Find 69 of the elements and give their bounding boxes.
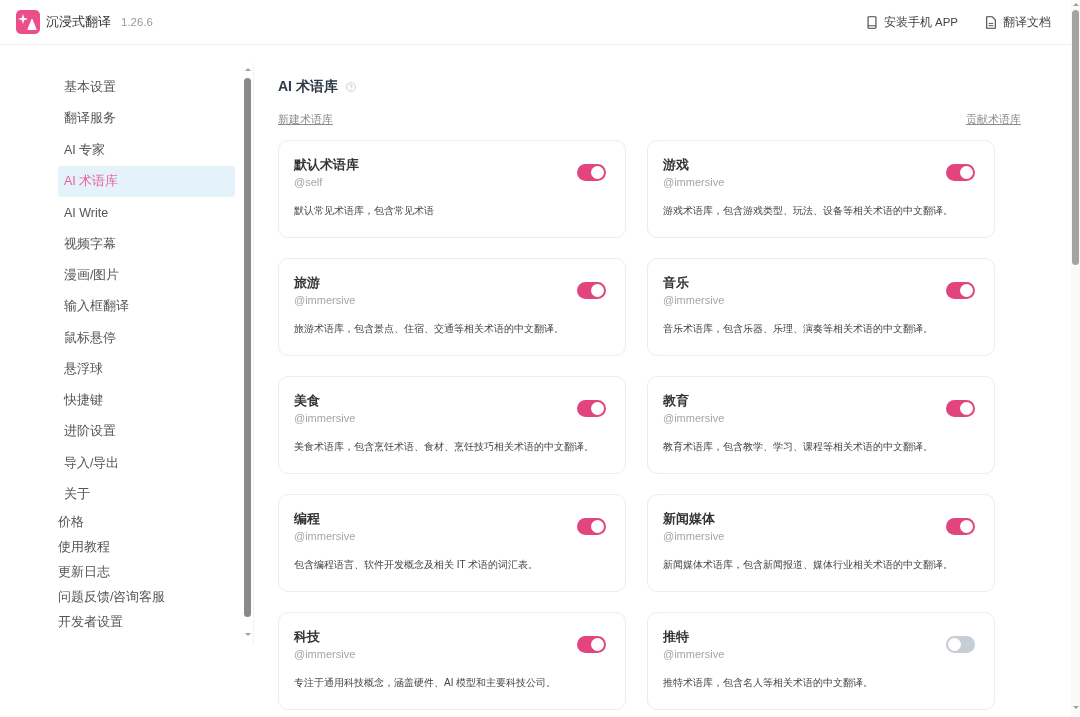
glossary-description: 教育术语库，包含教学、学习、课程等相关术语的中文翻译。 — [663, 440, 933, 454]
scrollbar[interactable] — [1071, 0, 1080, 717]
glossary-description: 默认常见术语库，包含常见术语 — [294, 204, 434, 218]
glossary-author: @immersive — [663, 529, 725, 543]
sidebar-item[interactable]: 进阶设置 — [58, 416, 235, 448]
glossary-name: 教育 — [663, 392, 689, 410]
sidebar-item[interactable]: 翻译服务 — [58, 103, 235, 135]
sidebar-item[interactable]: 快捷键 — [58, 384, 235, 417]
glossary-author: @immersive — [663, 411, 725, 425]
glossary-name: 推特 — [663, 628, 689, 646]
glossary-author: @immersive — [663, 175, 725, 189]
glossary-description: 推特术语库，包含名人等相关术语的中文翻译。 — [663, 676, 873, 690]
toggle-switch[interactable] — [577, 518, 606, 535]
sidebar-item[interactable]: 关于 — [58, 478, 235, 511]
glossary-author: @immersive — [663, 647, 725, 661]
sidebar-item[interactable]: AI 专家 — [58, 134, 235, 166]
toggle-switch[interactable] — [577, 164, 606, 181]
page-title: AI 术语库 — [278, 78, 338, 96]
sidebar-item[interactable]: AI Write — [58, 197, 235, 229]
glossary-description: 旅游术语库，包含景点、住宿、交通等相关术语的中文翻译。 — [294, 322, 564, 336]
toggle-switch[interactable] — [577, 400, 606, 417]
toggle-switch[interactable] — [946, 636, 975, 653]
glossary-description: 包含编程语言、软件开发概念及相关 IT 术语的词汇表。 — [294, 558, 539, 572]
header-link[interactable]: 安装手机 APP — [866, 14, 958, 30]
sidebar-item[interactable]: 输入框翻译 — [58, 291, 235, 323]
toggle-switch[interactable] — [946, 400, 975, 417]
glossary-author: @self — [294, 175, 323, 189]
toggle-switch[interactable] — [946, 164, 975, 181]
glossary-description: 新闻媒体术语库，包含新闻报道、媒体行业相关术语的中文翻译。 — [663, 558, 953, 572]
sidebar-item[interactable]: 漫画/图片 — [58, 259, 235, 292]
toggle-switch[interactable] — [577, 636, 606, 653]
glossary-author: @immersive — [663, 293, 725, 307]
header-link[interactable]: 翻译文档 — [986, 14, 1051, 30]
sidebar-item[interactable]: 使用教程 — [58, 535, 235, 561]
glossary-name: 编程 — [294, 510, 320, 528]
glossary-author: @immersive — [294, 529, 356, 543]
phone-icon — [866, 15, 877, 29]
sidebar-item[interactable]: 价格 — [58, 510, 235, 536]
glossary-name: 音乐 — [663, 274, 689, 292]
sidebar-item[interactable]: 问题反馈/咨询客服 — [58, 585, 235, 611]
glossary-description: 音乐术语库，包含乐器、乐理、演奏等相关术语的中文翻译。 — [663, 322, 933, 336]
glossary-description: 美食术语库，包含烹饪术语、食材、烹饪技巧相关术语的中文翻译。 — [294, 440, 594, 454]
document-icon — [986, 15, 996, 29]
new-glossary-link[interactable]: 新建术语库 — [278, 111, 333, 127]
sidebar-item[interactable]: 开发者设置 — [58, 610, 235, 636]
glossary-description: 游戏术语库，包含游戏类型、玩法、设备等相关术语的中文翻译。 — [663, 204, 953, 218]
sidebar-item[interactable]: 导入/导出 — [58, 447, 235, 479]
glossary-name: 美食 — [294, 392, 320, 410]
glossary-name: 科技 — [294, 628, 320, 646]
sidebar-item[interactable]: 视频字幕 — [58, 228, 235, 260]
sidebar-item[interactable]: 悬浮球 — [58, 353, 235, 385]
sidebar-item[interactable]: 基本设置 — [58, 72, 235, 104]
toggle-switch[interactable] — [946, 518, 975, 535]
app-name: 沉浸式翻译 — [46, 13, 111, 31]
contribute-glossary-link[interactable]: 贡献术语库 — [966, 111, 1021, 127]
toggle-switch[interactable] — [946, 282, 975, 299]
version-label: 1.26.6 — [121, 16, 153, 28]
toggle-switch[interactable] — [577, 282, 606, 299]
glossary-author: @immersive — [294, 293, 356, 307]
glossary-author: @immersive — [294, 411, 356, 425]
glossary-name: 新闻媒体 — [663, 510, 715, 528]
sidebar-item[interactable]: 鼠标悬停 — [58, 322, 235, 354]
sparkle-logo-icon — [16, 10, 40, 34]
glossary-description: 专注于通用科技概念，涵盖硬件、AI 模型和主要科技公司。 — [294, 676, 557, 690]
glossary-name: 游戏 — [663, 156, 689, 174]
glossary-author: @immersive — [294, 647, 356, 661]
glossary-name: 旅游 — [294, 274, 320, 292]
glossary-name: 默认术语库 — [294, 156, 359, 174]
sidebar-item[interactable]: 更新日志 — [58, 560, 235, 586]
